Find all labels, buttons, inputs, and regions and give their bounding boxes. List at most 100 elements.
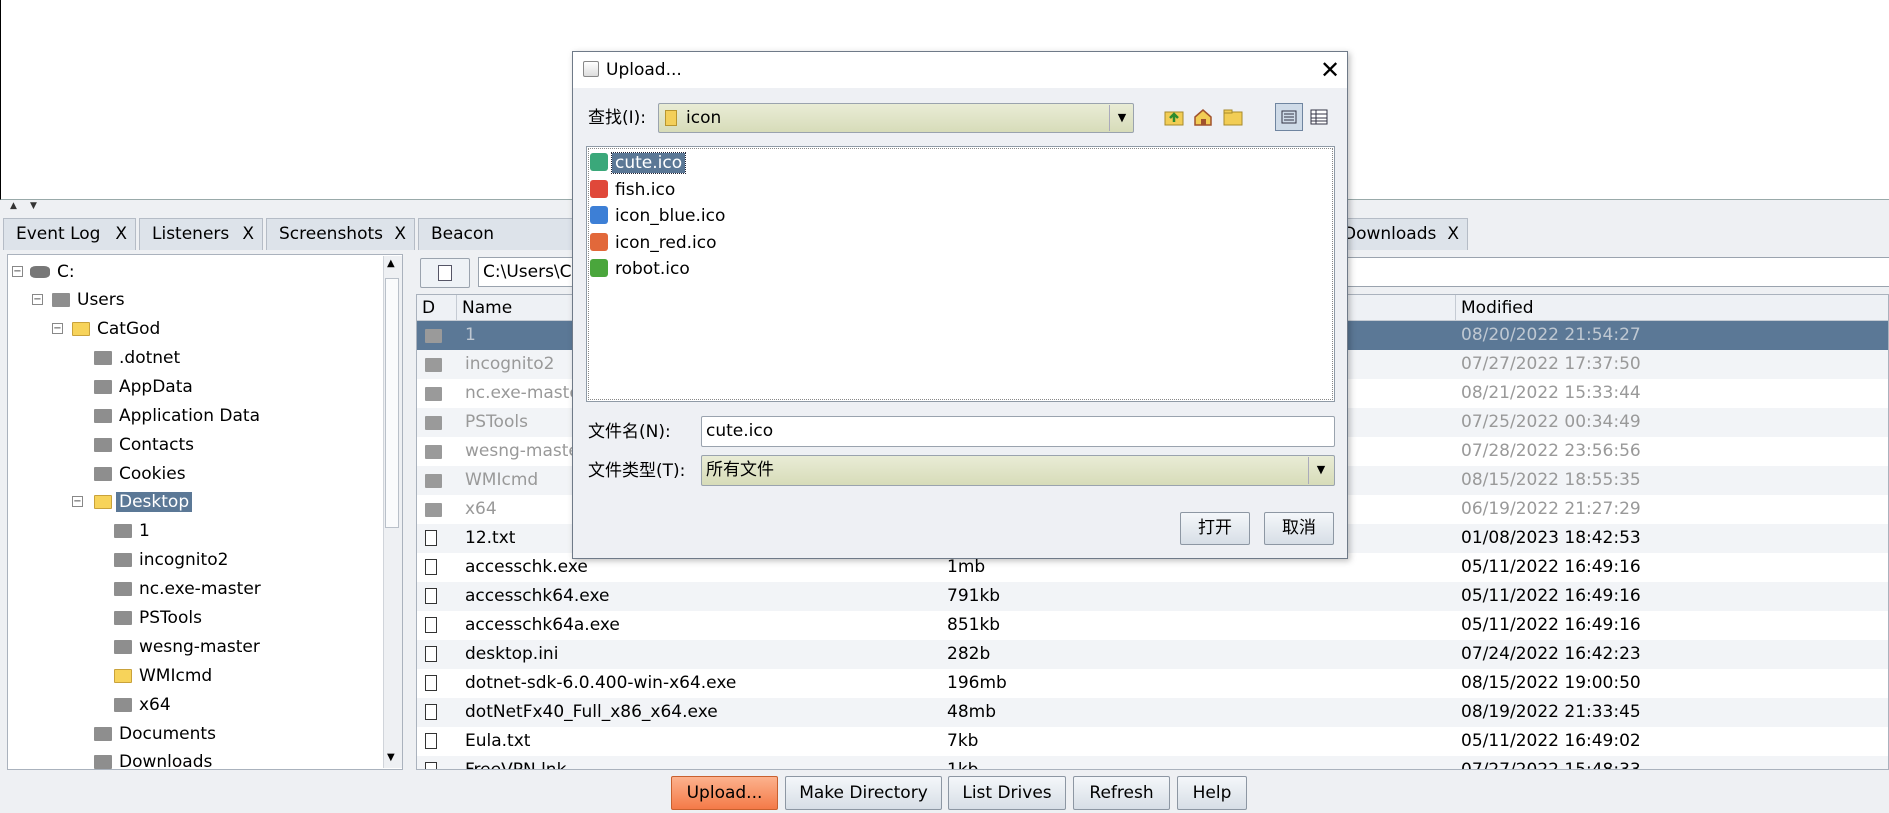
tree-item[interactable]: C:: [30, 259, 78, 285]
tab-event-log[interactable]: Event Log X: [3, 218, 136, 250]
file-icon: [425, 733, 437, 749]
upload-button[interactable]: Upload...: [671, 776, 778, 810]
dialog-file-item[interactable]: robot.ico: [590, 257, 693, 281]
tree-item-selected[interactable]: Desktop: [94, 489, 193, 515]
tree-item[interactable]: .dotnet: [94, 345, 183, 371]
tree-item-label: x64: [139, 695, 171, 715]
tree-item-label: Contacts: [119, 435, 194, 455]
tab-downloads[interactable]: Downloads X: [1338, 218, 1468, 250]
tree-item[interactable]: Application Data: [94, 403, 263, 429]
refresh-button[interactable]: Refresh: [1073, 776, 1170, 810]
dialog-titlebar[interactable]: [573, 52, 1347, 88]
tree-item[interactable]: wesng-master: [114, 634, 263, 660]
tab-screenshots[interactable]: Screenshots X: [266, 218, 415, 250]
make-directory-button[interactable]: Make Directory: [785, 776, 942, 810]
dialog-file-item[interactable]: icon_blue.ico: [590, 204, 728, 228]
up-folder-icon[interactable]: [1163, 106, 1185, 128]
help-button[interactable]: Help: [1177, 776, 1247, 810]
collapse-icon[interactable]: −: [12, 266, 23, 277]
file-modified: 07/27/2022 17:37:50: [1461, 354, 1641, 374]
tree-item[interactable]: nc.exe-master: [114, 576, 264, 602]
tree-item[interactable]: PSTools: [114, 605, 205, 631]
filename-input[interactable]: cute.ico: [701, 416, 1335, 447]
dialog-file-item[interactable]: cute.ico: [590, 151, 687, 175]
chevron-down-icon[interactable]: ▼: [1109, 105, 1134, 131]
table-row[interactable]: FreeVPN.lnk 1kb 07/27/2022 15:48:33: [417, 756, 1888, 770]
folder-icon: [425, 416, 442, 430]
tab-label: Screenshots: [279, 224, 384, 244]
file-modified: 06/19/2022 21:27:29: [1461, 499, 1641, 519]
new-folder-icon[interactable]: [1222, 106, 1244, 128]
tree-item-label: Desktop: [116, 492, 193, 512]
dialog-file-item[interactable]: icon_red.ico: [590, 231, 720, 255]
collapse-icon[interactable]: −: [32, 294, 43, 305]
tab-close-icon[interactable]: X: [242, 219, 254, 249]
panel-divider[interactable]: [406, 254, 416, 770]
tree-item[interactable]: CatGod: [72, 316, 163, 342]
details-view-icon[interactable]: [1308, 106, 1330, 128]
folder-icon: [52, 293, 70, 307]
tab-beacon[interactable]: Beacon 192.168.8: [418, 218, 574, 274]
tree-item[interactable]: Downloads: [94, 749, 215, 769]
folder-icon: [425, 329, 442, 343]
list-view-icon[interactable]: [1275, 103, 1303, 131]
file-modified: 01/08/2023 18:42:53: [1461, 528, 1641, 548]
path-history-button[interactable]: [420, 258, 470, 288]
ico-file-icon: [590, 206, 608, 224]
tree-item[interactable]: x64: [114, 692, 174, 718]
tree-item[interactable]: Users: [52, 287, 128, 313]
tree-item[interactable]: Documents: [94, 721, 219, 747]
tree-scrollbar-thumb[interactable]: [385, 278, 399, 528]
collapse-icon[interactable]: −: [72, 496, 83, 507]
folder-icon: [425, 387, 442, 401]
file-name: accesschk64.exe: [465, 586, 610, 606]
folder-icon: [114, 524, 132, 538]
file-list[interactable]: [586, 146, 1335, 402]
table-row[interactable]: desktop.ini 282b 07/24/2022 16:42:23: [417, 640, 1888, 669]
collapse-down-icon[interactable]: ▼: [30, 200, 37, 212]
table-row[interactable]: Eula.txt 7kb 05/11/2022 16:49:02: [417, 727, 1888, 756]
table-row[interactable]: accesschk64.exe 791kb 05/11/2022 16:49:16: [417, 582, 1888, 611]
scroll-up-icon[interactable]: ▲: [387, 258, 395, 269]
tab-listeners[interactable]: Listeners X: [139, 218, 263, 250]
table-row[interactable]: dotNetFx40_Full_x86_x64.exe 48mb 08/19/202…: [417, 698, 1888, 727]
close-icon[interactable]: ✕: [1317, 56, 1343, 84]
directory-tree[interactable]: − C: − Users − CatGod .dotnet AppData Ap…: [7, 254, 403, 770]
scroll-down-icon[interactable]: ▼: [387, 752, 395, 763]
drive-icon: [30, 266, 50, 278]
tree-item-label: incognito2: [139, 550, 229, 570]
collapse-icon[interactable]: −: [52, 323, 63, 334]
table-row[interactable]: dotnet-sdk-6.0.400-win-x64.exe 196mb 08/15…: [417, 669, 1888, 698]
tree-item[interactable]: Cookies: [94, 461, 189, 487]
tree-item[interactable]: AppData: [94, 374, 196, 400]
folder-icon: [94, 409, 112, 423]
tab-close-icon[interactable]: X: [115, 219, 127, 249]
tree-item[interactable]: incognito2: [114, 547, 231, 573]
table-row[interactable]: accesschk64a.exe 851kb 05/11/2022 16:49:16: [417, 611, 1888, 640]
column-header-modified[interactable]: Modified: [1456, 295, 1888, 321]
tree-item-label: Documents: [119, 724, 216, 744]
column-header-d[interactable]: D ▲: [417, 295, 457, 342]
dialog-file-item[interactable]: fish.ico: [590, 178, 678, 202]
file-size: 196mb: [947, 673, 1007, 693]
filetype-select[interactable]: 所有文件 ▼: [701, 455, 1335, 486]
folder-icon: [425, 474, 442, 488]
file-icon: [425, 559, 437, 575]
tree-item-label: Cookies: [119, 464, 186, 484]
tab-close-icon[interactable]: X: [1447, 219, 1459, 249]
folder-icon: [114, 553, 132, 567]
chevron-down-icon[interactable]: ▼: [1308, 457, 1333, 484]
home-icon[interactable]: [1192, 106, 1214, 128]
file-modified: 07/24/2022 16:42:23: [1461, 644, 1641, 664]
file-modified: 07/27/2022 15:48:33: [1461, 760, 1641, 770]
tree-item[interactable]: WMIcmd: [114, 663, 215, 689]
open-button[interactable]: 打开: [1180, 512, 1250, 545]
list-drives-button[interactable]: List Drives: [948, 776, 1066, 810]
folder-icon: [665, 110, 677, 126]
look-in-select[interactable]: ▼: [658, 103, 1134, 133]
cancel-button[interactable]: 取消: [1264, 512, 1334, 545]
tree-item[interactable]: 1: [114, 518, 153, 544]
collapse-up-icon[interactable]: ▲: [10, 200, 17, 212]
tab-close-icon[interactable]: X: [394, 219, 406, 249]
tree-item[interactable]: Contacts: [94, 432, 197, 458]
